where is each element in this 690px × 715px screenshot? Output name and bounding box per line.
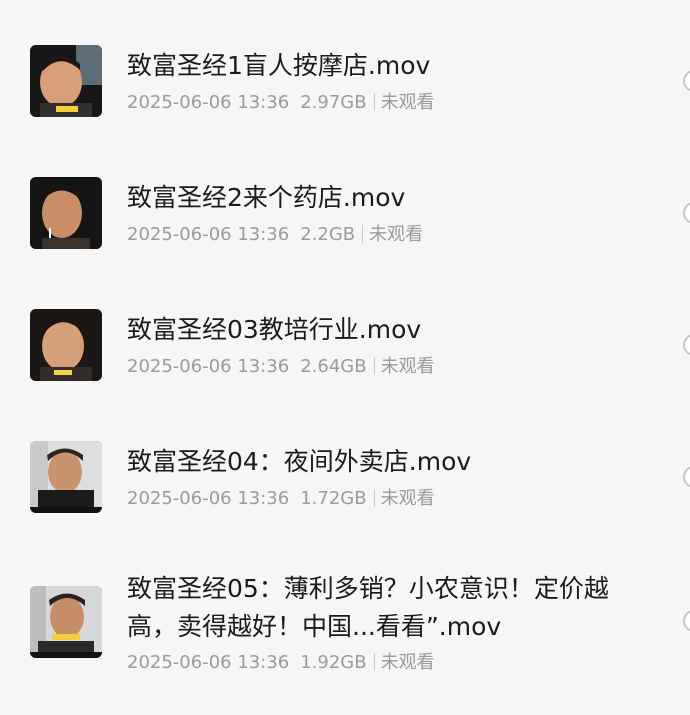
file-row[interactable]: 致富圣经04：夜间外卖店.mov 2025-06-06 13:36 1.72GB 未… — [0, 416, 690, 536]
person-portrait-icon — [30, 586, 102, 658]
file-date: 2025-06-06 13:36 — [127, 488, 290, 509]
file-meta: 2025-06-06 13:36 2.97GB 未观看 — [127, 91, 435, 115]
file-name[interactable]: 致富圣经1盲人按摩店.mov — [127, 47, 627, 84]
select-radio-button[interactable] — [683, 202, 690, 224]
select-radio-button[interactable] — [683, 610, 690, 632]
file-name[interactable]: 致富圣经2来个药店.mov — [127, 179, 627, 216]
file-row[interactable]: 致富圣经05：薄利多销？小农意识！定价越高，卖得越好！中国...看看”.mov … — [0, 554, 690, 704]
video-thumbnail[interactable] — [30, 441, 102, 513]
file-date: 2025-06-06 13:36 — [127, 652, 290, 673]
select-radio-button[interactable] — [683, 466, 690, 488]
file-row[interactable]: 致富圣经1盲人按摩店.mov 2025-06-06 13:36 2.97GB 未观看 — [0, 20, 690, 140]
watch-status: 未观看 — [380, 356, 435, 377]
watch-status: 未观看 — [380, 92, 435, 113]
file-size: 1.72GB — [300, 488, 367, 509]
file-size: 2.2GB — [300, 224, 356, 245]
file-name[interactable]: 致富圣经03教培行业.mov — [127, 311, 627, 348]
person-portrait-icon — [30, 45, 102, 117]
video-thumbnail[interactable] — [30, 177, 102, 249]
meta-divider — [373, 357, 375, 375]
file-meta: 2025-06-06 13:36 1.92GB 未观看 — [127, 651, 435, 675]
watch-status: 未观看 — [369, 224, 424, 245]
watch-status: 未观看 — [380, 652, 435, 673]
video-thumbnail[interactable] — [30, 45, 102, 117]
person-portrait-icon — [30, 441, 102, 513]
file-name[interactable]: 致富圣经04：夜间外卖店.mov — [127, 443, 627, 480]
file-size: 2.64GB — [300, 356, 367, 377]
file-meta: 2025-06-06 13:36 1.72GB 未观看 — [127, 487, 435, 511]
select-radio-button[interactable] — [683, 334, 690, 356]
meta-divider — [373, 653, 375, 671]
meta-divider — [362, 225, 364, 243]
file-name[interactable]: 致富圣经05：薄利多销？小农意识！定价越高，卖得越好！中国...看看”.mov — [127, 570, 627, 646]
file-size: 2.97GB — [300, 92, 367, 113]
video-thumbnail[interactable] — [30, 309, 102, 381]
watch-status: 未观看 — [380, 488, 435, 509]
file-row[interactable]: 致富圣经2来个药店.mov 2025-06-06 13:36 2.2GB 未观看 — [0, 152, 690, 272]
file-date: 2025-06-06 13:36 — [127, 356, 290, 377]
file-size: 1.92GB — [300, 652, 367, 673]
video-file-list: 致富圣经1盲人按摩店.mov 2025-06-06 13:36 2.97GB 未观看… — [0, 0, 690, 715]
video-thumbnail[interactable] — [30, 586, 102, 658]
person-portrait-icon — [30, 309, 102, 381]
file-date: 2025-06-06 13:36 — [127, 224, 290, 245]
file-meta: 2025-06-06 13:36 2.2GB 未观看 — [127, 223, 423, 247]
meta-divider — [373, 93, 375, 111]
select-radio-button[interactable] — [683, 70, 690, 92]
meta-divider — [373, 489, 375, 507]
person-portrait-icon — [30, 177, 102, 249]
file-date: 2025-06-06 13:36 — [127, 92, 290, 113]
file-meta: 2025-06-06 13:36 2.64GB 未观看 — [127, 355, 435, 379]
file-row[interactable]: 致富圣经03教培行业.mov 2025-06-06 13:36 2.64GB 未观看 — [0, 284, 690, 404]
